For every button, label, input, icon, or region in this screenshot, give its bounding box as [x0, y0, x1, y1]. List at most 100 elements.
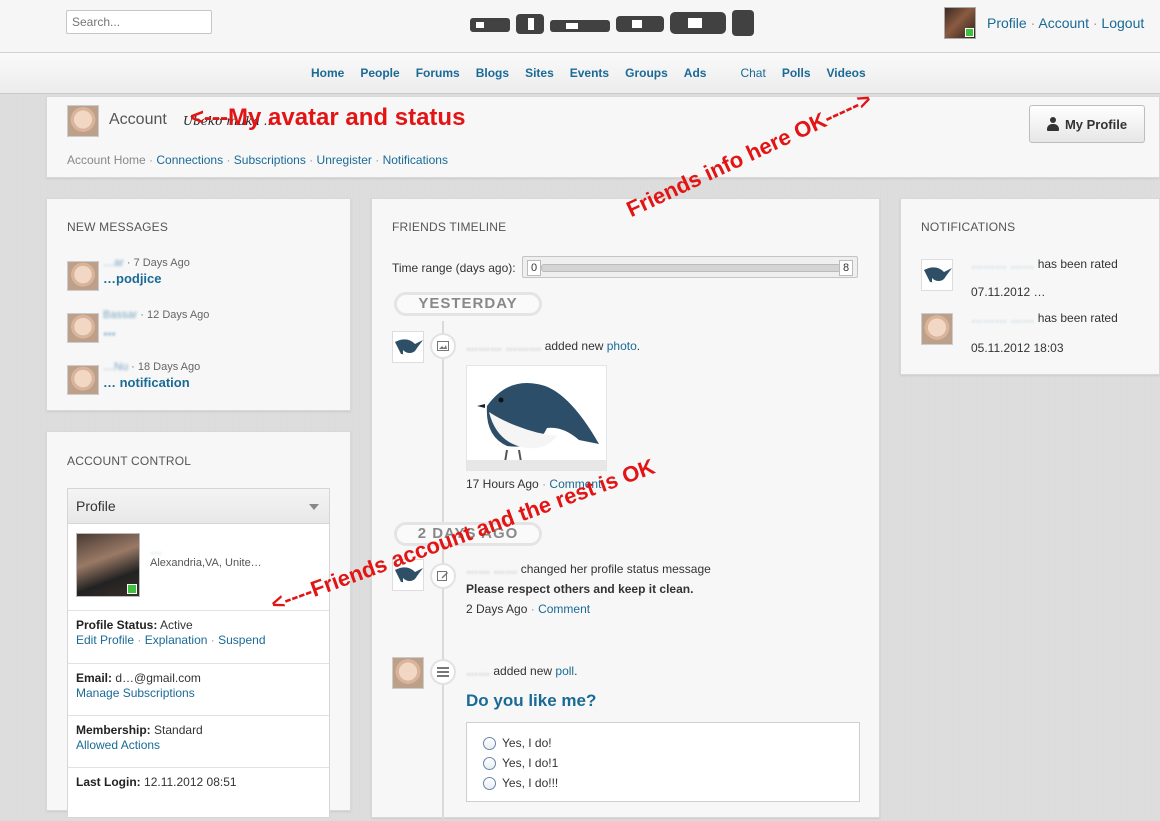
timeline-entry-text: …… …… changed her profile status message	[466, 562, 711, 576]
day-badge-yesterday: YESTERDAY	[394, 292, 542, 316]
range-track[interactable]	[541, 264, 841, 272]
timeline-entry-meta: 2 Days Ago · Comment	[466, 602, 591, 616]
friend-avatar[interactable]	[76, 533, 140, 597]
user-icon	[1046, 117, 1059, 131]
online-indicator	[965, 28, 974, 37]
message-item[interactable]: …Nu · 18 Days Ago … notification	[67, 361, 337, 401]
range-max-handle[interactable]: 8	[839, 260, 853, 276]
notification-item[interactable]: ……… …… has been rated 05.11.2012 18:03	[921, 311, 1151, 355]
timeline-entry-text: …… added new poll.	[466, 664, 578, 678]
explanation-link[interactable]: Explanation	[145, 633, 208, 647]
message-meta: Bassar · 12 Days Ago	[103, 309, 210, 321]
online-indicator	[127, 584, 137, 594]
account-avatar[interactable]	[67, 105, 99, 137]
nav-chat[interactable]: Chat	[740, 66, 765, 80]
friend-avatar[interactable]	[392, 331, 424, 363]
friend-avatar[interactable]	[392, 657, 424, 689]
allowed-actions-link[interactable]: Allowed Actions	[76, 738, 160, 752]
main-nav: Home People Forums Blogs Sites Events Gr…	[0, 53, 1160, 94]
radio-button[interactable]	[483, 776, 496, 790]
sender-avatar	[67, 261, 99, 291]
sender-avatar	[67, 313, 99, 343]
profile-link[interactable]: Profile	[987, 15, 1027, 31]
notification-date: 05.11.2012 18:03	[971, 341, 1064, 355]
message-meta: …Nu · 18 Days Ago	[103, 361, 201, 373]
panel-title: ACCOUNT CONTROL	[67, 454, 192, 468]
user-avatar[interactable]	[944, 7, 976, 39]
account-subnav: Account Home · Connections · Subscriptio…	[67, 153, 448, 167]
last-login-row: Last Login: 12.11.2012 08:51	[68, 767, 329, 805]
dropdown-value: Profile	[76, 498, 116, 514]
panel-title: FRIENDS TIMELINE	[392, 220, 507, 234]
new-messages-panel: NEW MESSAGES …ar · 7 Days Ago …podjice B…	[46, 198, 351, 411]
logout-link[interactable]: Logout	[1101, 15, 1144, 31]
nav-events[interactable]: Events	[570, 66, 609, 80]
poll-options: Yes, I do! Yes, I do!1 Yes, I do!!!	[466, 722, 860, 802]
nav-blogs[interactable]: Blogs	[476, 66, 509, 80]
sender-avatar	[67, 365, 99, 395]
notification-date: 07.11.2012 …	[971, 285, 1046, 299]
annotation-avatar-status: <---My avatar and status	[190, 104, 466, 131]
message-subject[interactable]: …podjice	[103, 271, 162, 286]
top-bar: Profile · Account · Logout	[0, 0, 1160, 53]
nav-forums[interactable]: Forums	[416, 66, 460, 80]
profile-status-row: Profile Status: Active Edit Profile · Ex…	[68, 610, 329, 663]
poll-link[interactable]: poll	[555, 664, 574, 678]
notifications-panel: NOTIFICATIONS ……… …… has been rated 07.1…	[900, 198, 1160, 375]
poll-option[interactable]: Yes, I do!1	[483, 756, 558, 770]
notification-avatar	[921, 259, 953, 291]
site-logo[interactable]	[466, 6, 766, 42]
poll-option[interactable]: Yes, I do!!!	[483, 776, 558, 790]
message-meta: …ar · 7 Days Ago	[103, 257, 190, 269]
subnav-notifications[interactable]: Notifications	[383, 153, 448, 167]
separator: ·	[1030, 15, 1036, 31]
message-subject[interactable]: …	[103, 323, 116, 338]
account-control-box: Profile … Alexandria,VA, Unite… Profile …	[67, 488, 330, 818]
message-item[interactable]: Bassar · 12 Days Ago …	[67, 309, 337, 349]
account-control-panel: ACCOUNT CONTROL Profile … Alexandria,VA,…	[46, 431, 351, 818]
chevron-down-icon	[309, 504, 319, 510]
friend-location: Alexandria,VA, Unite…	[150, 557, 262, 569]
comment-link[interactable]: Comment	[538, 602, 590, 616]
radio-button[interactable]	[483, 736, 496, 750]
message-item[interactable]: …ar · 7 Days Ago …podjice	[67, 257, 337, 297]
friends-timeline-panel: FRIENDS TIMELINE Time range (days ago): …	[371, 198, 880, 821]
subnav-connections[interactable]: Connections	[156, 153, 223, 167]
notification-item[interactable]: ……… …… has been rated 07.11.2012 …	[921, 257, 1151, 301]
poll-question: Do you like me?	[466, 691, 597, 710]
poll-option[interactable]: Yes, I do!	[483, 736, 552, 750]
nav-groups[interactable]: Groups	[625, 66, 668, 80]
my-profile-label: My Profile	[1064, 116, 1128, 132]
nav-ads[interactable]: Ads	[684, 66, 707, 80]
top-links: Profile · Account · Logout	[987, 15, 1144, 31]
account-link[interactable]: Account	[1038, 15, 1089, 31]
friend-name[interactable]: …	[150, 543, 162, 557]
radio-button[interactable]	[483, 756, 496, 770]
search-input[interactable]	[66, 10, 212, 34]
profile-dropdown[interactable]: Profile	[68, 489, 329, 524]
panel-title: NEW MESSAGES	[67, 220, 169, 234]
status-text: Please respect others and keep it clean.	[466, 582, 694, 596]
time-range-slider[interactable]: 0 8	[522, 256, 858, 278]
message-subject[interactable]: … notification	[103, 375, 190, 390]
edit-profile-link[interactable]: Edit Profile	[76, 633, 134, 647]
range-min-handle[interactable]: 0	[527, 260, 541, 276]
time-range-label: Time range (days ago):	[392, 261, 516, 275]
notification-avatar	[921, 313, 953, 345]
panel-title: NOTIFICATIONS	[921, 220, 1016, 234]
nav-videos[interactable]: Videos	[827, 66, 866, 80]
nav-people[interactable]: People	[360, 66, 399, 80]
list-icon	[430, 659, 456, 685]
nav-home[interactable]: Home	[311, 66, 344, 80]
subnav-unregister[interactable]: Unregister	[317, 153, 372, 167]
my-profile-button[interactable]: My Profile	[1029, 105, 1145, 143]
email-row: Email: d…@gmail.com Manage Subscriptions	[68, 663, 329, 715]
nav-polls[interactable]: Polls	[782, 66, 811, 80]
subnav-subscriptions[interactable]: Subscriptions	[234, 153, 306, 167]
photo-link[interactable]: photo	[607, 339, 637, 353]
suspend-link[interactable]: Suspend	[218, 633, 265, 647]
shared-photo[interactable]	[466, 365, 607, 471]
membership-row: Membership: Standard Allowed Actions	[68, 715, 329, 767]
nav-sites[interactable]: Sites	[525, 66, 554, 80]
manage-subscriptions-link[interactable]: Manage Subscriptions	[76, 686, 195, 700]
